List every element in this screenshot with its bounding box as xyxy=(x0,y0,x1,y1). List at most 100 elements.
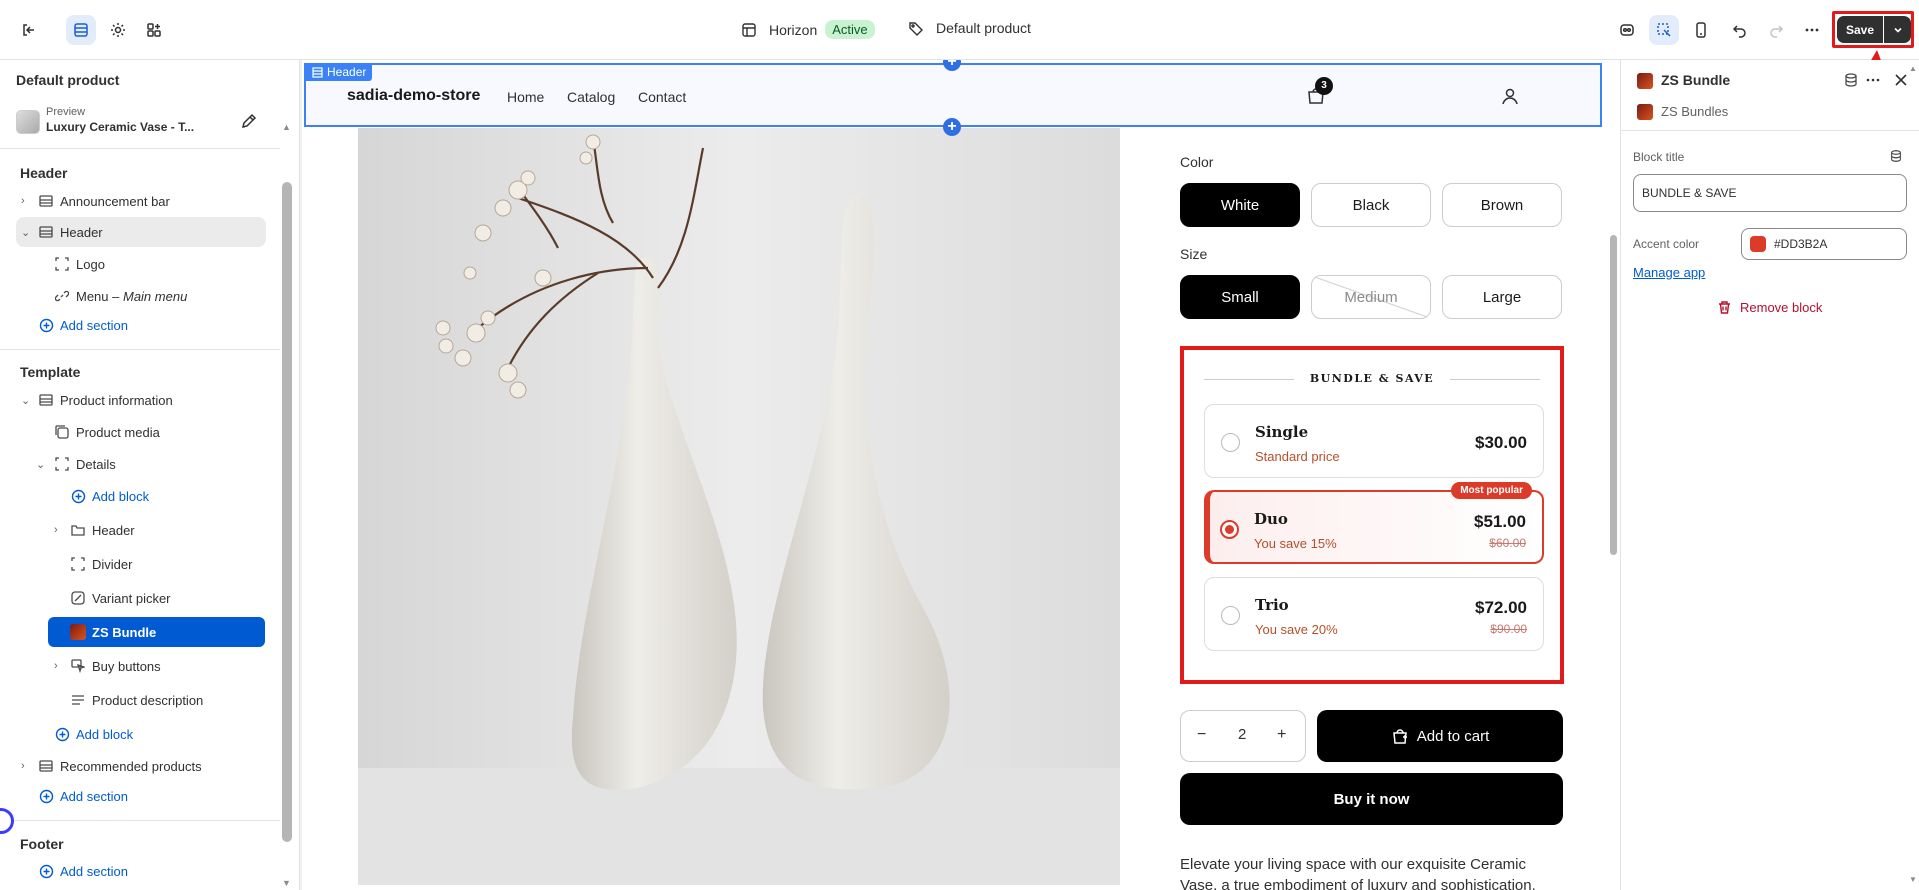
accent-color-input[interactable]: #DD3B2A xyxy=(1741,228,1907,260)
sidebar-item-header-block[interactable]: › Header xyxy=(16,515,266,545)
sidebar-item-variant-picker[interactable]: Variant picker xyxy=(16,583,266,613)
settings-gear-icon[interactable] xyxy=(103,15,133,45)
sidebar-item-product-description[interactable]: Product description xyxy=(16,685,266,715)
bundle-tier-duo[interactable]: Most popular Duo You save 15% $51.00 $60… xyxy=(1204,482,1544,564)
tier-name: Single xyxy=(1255,423,1309,441)
sidebar-item-buy-buttons[interactable]: › Buy buttons xyxy=(16,651,266,681)
database-icon[interactable] xyxy=(1889,149,1903,163)
canvas-scrollbar[interactable] xyxy=(1608,120,1618,890)
chevron-right-icon[interactable]: › xyxy=(21,760,33,772)
scroll-up-icon[interactable]: ▲ xyxy=(1909,64,1917,73)
chevron-right-icon[interactable]: › xyxy=(21,195,33,207)
size-label: Size xyxy=(1180,246,1208,262)
add-block-button[interactable]: Add block xyxy=(16,481,266,511)
chevron-right-icon[interactable]: › xyxy=(54,660,66,672)
add-block-label: Add block xyxy=(92,488,150,504)
minus-icon[interactable]: − xyxy=(1197,726,1206,744)
save-dropdown-button[interactable] xyxy=(1884,16,1911,43)
store-name[interactable]: sadia-demo-store xyxy=(347,87,480,105)
add-to-cart-label: Add to cart xyxy=(1416,727,1490,745)
tier-compare-price: $90.00 xyxy=(1490,622,1527,636)
theme-selector[interactable]: Horizon Active xyxy=(741,20,875,39)
undo-icon[interactable] xyxy=(1725,15,1755,45)
mobile-preview-icon[interactable] xyxy=(1686,15,1716,45)
scrollbar-thumb[interactable] xyxy=(1610,235,1617,555)
sidebar-item-divider[interactable]: Divider xyxy=(16,549,266,579)
radio-button[interactable] xyxy=(1221,606,1240,625)
preview-label: Preview xyxy=(46,106,86,118)
sidebar-item-announcement-bar[interactable]: › Announcement bar xyxy=(16,186,266,216)
bundle-tier-trio[interactable]: Trio You save 20% $72.00 $90.00 xyxy=(1204,577,1544,651)
sidebar-item-details[interactable]: ⌄ Details xyxy=(16,449,266,479)
chevron-down-icon[interactable]: ⌄ xyxy=(21,226,33,239)
sidebar-item-menu[interactable]: Menu – Main menu xyxy=(16,281,266,311)
account-icon[interactable] xyxy=(1500,86,1520,106)
add-section-button[interactable]: Add section xyxy=(16,310,266,340)
chevron-down-icon[interactable]: ⌄ xyxy=(36,458,48,471)
sidebar-item-recommended-products[interactable]: › Recommended products xyxy=(16,751,266,781)
sidebar-item-product-information[interactable]: ⌄ Product information xyxy=(16,385,266,415)
more-options-icon[interactable] xyxy=(1797,15,1827,45)
sidebar-item-zs-bundle[interactable]: ZS Bundle xyxy=(48,617,265,647)
sidebar-item-label: Product description xyxy=(92,692,204,708)
radio-button-selected[interactable] xyxy=(1220,520,1239,539)
block-title-heading: ZS Bundle xyxy=(1661,72,1731,88)
redo-icon[interactable] xyxy=(1761,15,1791,45)
template-selector[interactable]: Default product xyxy=(908,20,1031,36)
exit-icon[interactable] xyxy=(14,15,44,45)
tier-price: $30.00 xyxy=(1475,433,1527,452)
right-panel-scrollbar[interactable]: ▲ ▼ xyxy=(1907,60,1919,890)
color-option-white[interactable]: White xyxy=(1180,183,1300,227)
quantity-value[interactable]: 2 xyxy=(1238,726,1246,743)
layout-icon xyxy=(742,22,756,37)
remove-block-button[interactable]: Remove block xyxy=(1717,300,1822,315)
sidebar-item-logo[interactable]: Logo xyxy=(16,249,266,279)
size-option-small[interactable]: Small xyxy=(1180,275,1300,319)
database-icon[interactable] xyxy=(1843,72,1859,88)
scrollbar-track[interactable]: ▲ ▼ xyxy=(282,122,292,890)
manage-app-link[interactable]: Manage app xyxy=(1633,265,1705,280)
add-block-button[interactable]: Add block xyxy=(16,719,266,749)
nav-home[interactable]: Home xyxy=(507,89,544,105)
product-image[interactable] xyxy=(358,128,1120,885)
apps-icon[interactable] xyxy=(139,15,169,45)
plus-circle-icon xyxy=(70,488,86,504)
scroll-down-icon[interactable]: ▼ xyxy=(282,878,292,888)
sidebar-item-product-media[interactable]: Product media xyxy=(16,417,266,447)
color-option-black[interactable]: Black xyxy=(1311,183,1431,227)
size-option-large[interactable]: Large xyxy=(1442,275,1562,319)
store-preview-canvas: Header sadia-demo-store Home Catalog Con… xyxy=(302,60,1620,890)
tier-compare-price: $60.00 xyxy=(1489,536,1526,550)
scroll-down-icon[interactable]: ▼ xyxy=(1909,875,1917,884)
more-options-icon[interactable] xyxy=(1865,72,1881,88)
sidebar-item-header[interactable]: ⌄ Header xyxy=(16,217,266,247)
block-title-input[interactable]: BUNDLE & SAVE xyxy=(1633,174,1907,212)
add-section-button[interactable]: Add section xyxy=(16,856,266,886)
bundle-tier-single[interactable]: Single Standard price $30.00 xyxy=(1204,404,1544,478)
sidebar-item-label: ZS Bundle xyxy=(92,624,157,640)
accent-color-swatch[interactable] xyxy=(1750,236,1766,252)
preview-selector[interactable]: Preview Luxury Ceramic Vase - T... xyxy=(16,106,266,138)
tier-subtitle: Standard price xyxy=(1255,449,1340,464)
scrollbar-thumb[interactable] xyxy=(282,182,292,842)
nav-contact[interactable]: Contact xyxy=(638,89,686,105)
add-to-cart-button[interactable]: Add to cart xyxy=(1317,710,1563,762)
sidebar-item-label: Product information xyxy=(60,392,173,408)
add-section-below-icon[interactable]: + xyxy=(943,118,961,136)
size-option-medium[interactable]: Medium xyxy=(1311,275,1431,319)
buy-now-button[interactable]: Buy it now xyxy=(1180,773,1563,825)
radio-button[interactable] xyxy=(1221,433,1240,452)
plus-icon[interactable]: + xyxy=(1277,726,1286,744)
color-option-brown[interactable]: Brown xyxy=(1442,183,1562,227)
chevron-right-icon[interactable]: › xyxy=(54,524,66,536)
select-element-icon[interactable] xyxy=(1649,15,1679,45)
nav-catalog[interactable]: Catalog xyxy=(567,89,615,105)
sections-icon[interactable] xyxy=(66,15,96,45)
scroll-up-icon[interactable]: ▲ xyxy=(282,122,292,132)
inspector-icon[interactable] xyxy=(1612,15,1642,45)
save-button[interactable]: Save xyxy=(1837,16,1883,43)
chevron-down-icon[interactable]: ⌄ xyxy=(21,394,33,407)
add-section-button[interactable]: Add section xyxy=(16,781,266,811)
edit-pencil-icon[interactable] xyxy=(240,112,258,130)
title-rule-right xyxy=(1450,379,1540,380)
